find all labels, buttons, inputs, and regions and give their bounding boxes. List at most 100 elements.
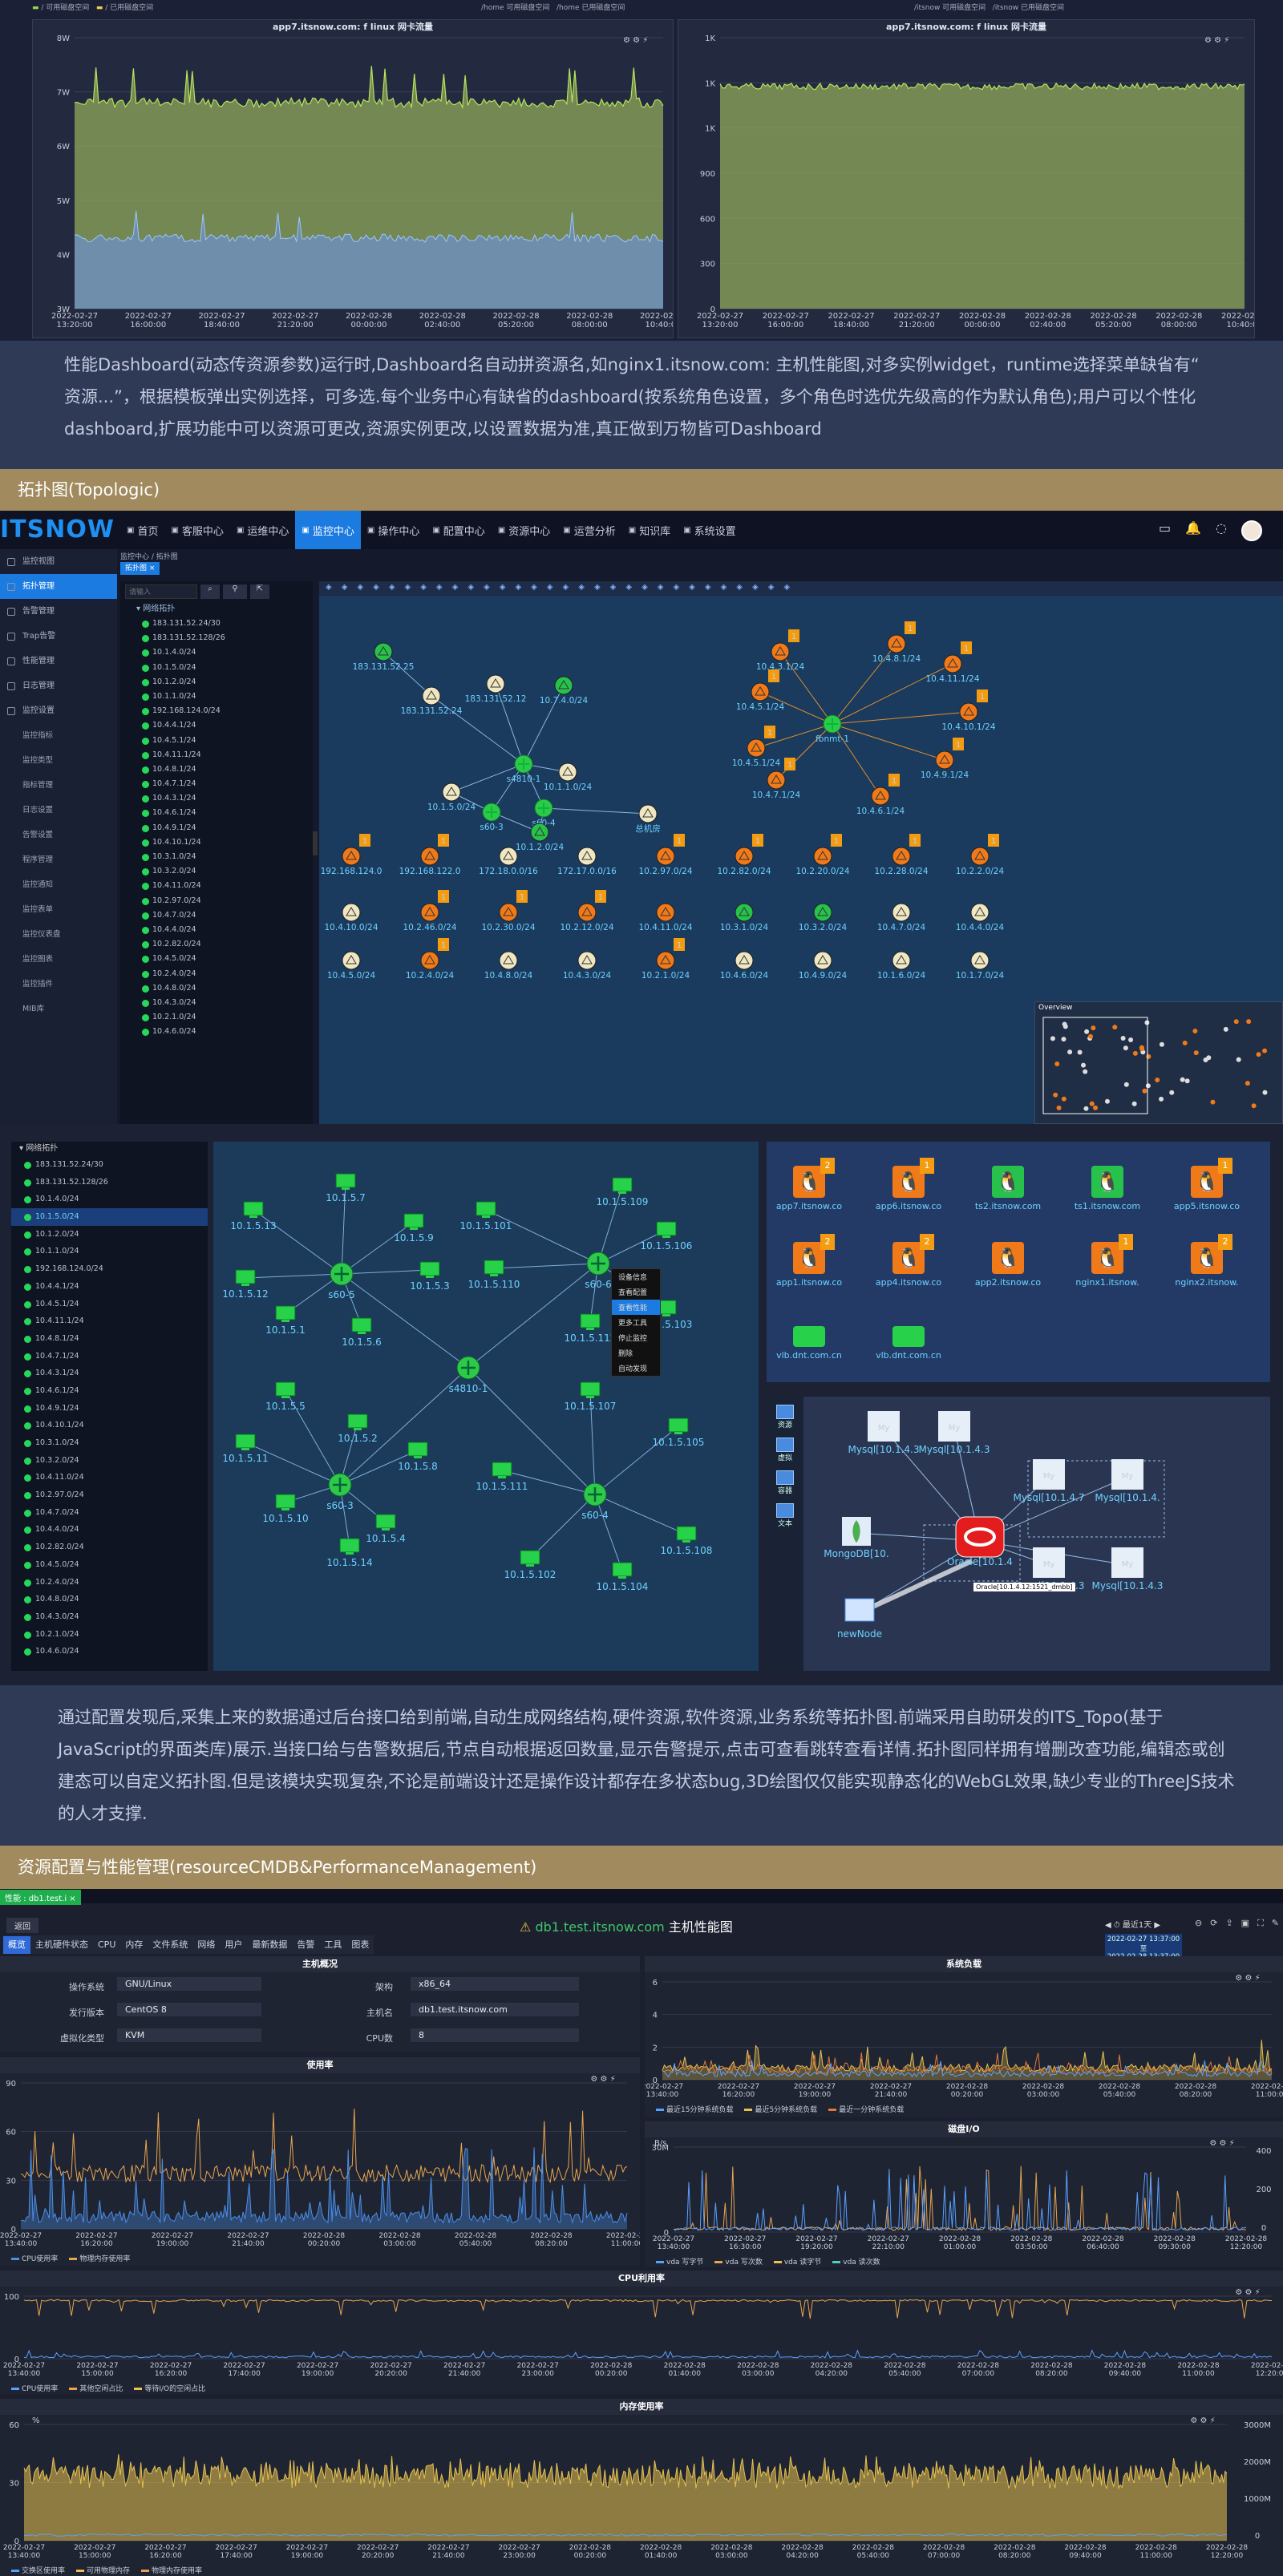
tree-item[interactable]: 10.4.4.0/24 bbox=[120, 923, 313, 937]
tree-item[interactable]: 10.4.7.0/24 bbox=[11, 1504, 208, 1522]
zoom-out-icon[interactable]: ◈ bbox=[389, 583, 395, 594]
toolbox-item-2[interactable]: 容器 bbox=[767, 1470, 803, 1495]
redo-icon[interactable]: ◈ bbox=[531, 583, 537, 594]
tree-item[interactable]: 183.131.52.24/30 bbox=[120, 617, 313, 631]
tab-1[interactable]: 主机硬件状态 bbox=[30, 1936, 93, 1954]
tab-8[interactable]: 告警 bbox=[292, 1936, 319, 1954]
align-icon[interactable]: ◈ bbox=[610, 583, 617, 594]
filter-icon[interactable]: ⚲ bbox=[223, 584, 247, 599]
tree-item[interactable]: 10.2.97.0/24 bbox=[11, 1486, 208, 1504]
export-icon[interactable]: ◈ bbox=[563, 583, 569, 594]
tree-item[interactable]: 10.4.6.0/24 bbox=[120, 1025, 313, 1039]
camera-icon[interactable]: ▣ bbox=[1241, 1918, 1249, 1929]
nav-item-8[interactable]: ▣ 知识库 bbox=[622, 511, 677, 549]
tree-item[interactable]: 192.168.124.0/24 bbox=[120, 704, 313, 718]
tree-item[interactable]: 10.4.10.1/24 bbox=[120, 835, 313, 850]
sidebar-sub-10[interactable]: 监控插件 bbox=[0, 972, 117, 997]
tree-item[interactable]: 10.1.2.0/24 bbox=[120, 675, 313, 689]
avatar[interactable] bbox=[1241, 520, 1263, 541]
tree-item[interactable]: 10.4.11.0/24 bbox=[11, 1469, 208, 1486]
copy-icon[interactable]: ◈ bbox=[768, 583, 775, 594]
tab-topology[interactable]: 拓扑图 × bbox=[120, 562, 160, 575]
expand-icon[interactable]: ⇱ bbox=[250, 584, 269, 599]
nav-item-4[interactable]: ▣ 操作中心 bbox=[361, 511, 426, 549]
ctx-item-0[interactable]: 设备信息 bbox=[612, 1269, 660, 1284]
tree-item[interactable]: 10.3.1.0/24 bbox=[120, 850, 313, 864]
tree-icon[interactable]: ◈ bbox=[689, 583, 695, 594]
tree-search-input[interactable] bbox=[125, 584, 197, 599]
tree-item[interactable]: 10.4.9.1/24 bbox=[11, 1400, 208, 1417]
sidebar-sub-3[interactable]: 日志设置 bbox=[0, 798, 117, 823]
back-button[interactable]: 返回 bbox=[6, 1918, 38, 1933]
ctx-item-6[interactable]: 自动发现 bbox=[612, 1361, 660, 1376]
refresh-icon[interactable]: ◈ bbox=[547, 583, 553, 594]
bell-icon[interactable]: 🔔 bbox=[1185, 520, 1201, 541]
subnet-topology[interactable]: 10.1.5.7 10.1.5.13 10.1.5.9 10.1.5.12 10.1.5… bbox=[213, 1142, 759, 1671]
tree-item[interactable]: 10.4.9.1/24 bbox=[120, 821, 313, 835]
tree-item[interactable]: 10.2.1.0/24 bbox=[11, 1626, 208, 1644]
app-tile[interactable]: 🐧 ts2.itsnow.com bbox=[973, 1166, 1042, 1211]
edit-icon[interactable]: ✎ bbox=[1272, 1918, 1279, 1929]
tree-item[interactable]: 10.2.97.0/24 bbox=[120, 894, 313, 908]
tab-0[interactable]: 概览 bbox=[3, 1936, 30, 1954]
monitor-icon[interactable]: ▭ bbox=[1159, 520, 1171, 541]
tree-item[interactable]: 10.4.8.1/24 bbox=[11, 1330, 208, 1348]
ctx-item-5[interactable]: 删除 bbox=[612, 1345, 660, 1361]
sidebar-item-5[interactable]: 日志管理 bbox=[0, 673, 117, 698]
tree-item[interactable]: 10.4.5.1/24 bbox=[120, 734, 313, 748]
tree-item[interactable]: 10.1.5.0/24 bbox=[11, 1208, 208, 1226]
tree-item[interactable]: 10.1.1.0/24 bbox=[11, 1243, 208, 1260]
tree-item[interactable]: 10.4.3.0/24 bbox=[120, 996, 313, 1010]
layout-icon[interactable]: ◈ bbox=[436, 583, 443, 594]
tree-item[interactable]: 10.1.1.0/24 bbox=[120, 689, 313, 704]
text-icon[interactable]: ◈ bbox=[467, 583, 474, 594]
tree-item[interactable]: 10.4.5.0/24 bbox=[11, 1556, 208, 1574]
refresh-icon[interactable]: ⟳ bbox=[1210, 1918, 1217, 1929]
sidebar-item-2[interactable]: 告警管理 bbox=[0, 599, 117, 624]
tab-2[interactable]: CPU bbox=[93, 1936, 120, 1954]
tree-item[interactable]: 10.1.5.0/24 bbox=[120, 661, 313, 675]
tree-item[interactable]: 10.4.6.1/24 bbox=[120, 806, 313, 820]
tree-item[interactable]: 10.2.82.0/24 bbox=[11, 1539, 208, 1556]
search-icon[interactable]: ◈ bbox=[594, 583, 601, 594]
tree-item[interactable]: 10.4.7.0/24 bbox=[120, 908, 313, 923]
sidebar-sub-9[interactable]: 监控图表 bbox=[0, 947, 117, 972]
ctx-item-2[interactable]: 查看性能 bbox=[612, 1300, 660, 1315]
app-tile[interactable]: 🐧 ts1.itsnow.com bbox=[1073, 1166, 1142, 1211]
sidebar-sub-8[interactable]: 监控仪表盘 bbox=[0, 922, 117, 947]
tree-item[interactable]: 10.4.8.1/24 bbox=[120, 762, 313, 777]
tree-item[interactable]: 183.131.52.24/30 bbox=[11, 1156, 208, 1174]
tree-item[interactable]: 10.4.4.1/24 bbox=[11, 1278, 208, 1296]
print-icon[interactable]: ◈ bbox=[578, 583, 585, 594]
paste-icon[interactable]: ◈ bbox=[783, 583, 790, 594]
time-picker[interactable]: ◀ ⏱ 最近1天 ▶ bbox=[1105, 1918, 1160, 1930]
tree-item[interactable]: 10.4.11.1/24 bbox=[11, 1312, 208, 1330]
tab-10[interactable]: 图表 bbox=[346, 1936, 374, 1954]
app-tile[interactable]: 🐧 2 app4.itsnow.co bbox=[874, 1234, 943, 1288]
tree-item[interactable]: 10.4.11.0/24 bbox=[120, 879, 313, 893]
fullscreen-icon[interactable]: ⛶ bbox=[1257, 1918, 1264, 1929]
tree-item[interactable]: 10.1.2.0/24 bbox=[11, 1226, 208, 1244]
tree-item[interactable]: 10.1.4.0/24 bbox=[120, 645, 313, 660]
toolbox-item-0[interactable]: 资源 bbox=[767, 1405, 803, 1430]
tree-item[interactable]: 10.2.4.0/24 bbox=[120, 967, 313, 981]
full-icon[interactable]: ◈ bbox=[721, 583, 727, 594]
ctx-item-3[interactable]: 更多工具 bbox=[612, 1315, 660, 1330]
nav-item-1[interactable]: ▣ 客服中心 bbox=[164, 511, 229, 549]
tree-item[interactable]: 10.4.6.0/24 bbox=[11, 1643, 208, 1660]
share-icon[interactable]: ⇪ bbox=[1225, 1918, 1232, 1929]
toolbox-item-3[interactable]: 文本 bbox=[767, 1503, 803, 1528]
sidebar-item-0[interactable]: 监控视图 bbox=[0, 549, 117, 574]
tree-item[interactable]: 10.2.4.0/24 bbox=[11, 1574, 208, 1591]
sidebar-sub-5[interactable]: 程序管理 bbox=[0, 847, 117, 872]
sidebar-sub-7[interactable]: 监控表单 bbox=[0, 897, 117, 922]
sidebar-item-3[interactable]: Trap告警 bbox=[0, 624, 117, 649]
sidebar-sub-6[interactable]: 监控通知 bbox=[0, 872, 117, 897]
tree-item[interactable]: 10.4.5.0/24 bbox=[120, 952, 313, 966]
sidebar-sub-2[interactable]: 指标管理 bbox=[0, 773, 117, 798]
link-icon[interactable]: ◈ bbox=[484, 583, 490, 594]
sidebar-item-4[interactable]: 性能管理 bbox=[0, 649, 117, 673]
tree-item[interactable]: 10.2.82.0/24 bbox=[120, 937, 313, 952]
tree-item[interactable]: 10.4.8.0/24 bbox=[11, 1591, 208, 1608]
app-tile[interactable]: 🐧 app2.itsnow.co bbox=[973, 1242, 1042, 1288]
